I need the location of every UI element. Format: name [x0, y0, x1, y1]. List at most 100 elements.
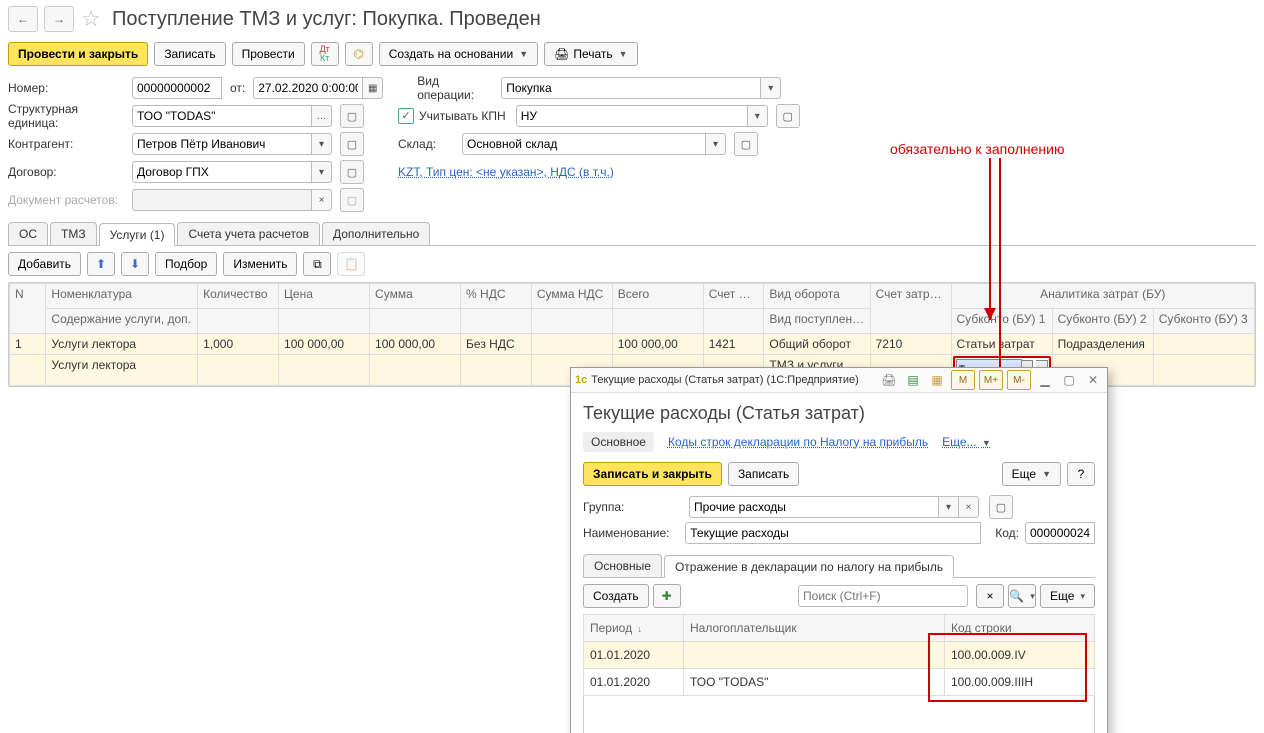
op-type-field[interactable]	[501, 77, 761, 99]
ptab-declaration[interactable]: Отражение в декларации по налогу на приб…	[664, 555, 954, 578]
open-doc-calc-button: ▢	[340, 188, 364, 212]
post-and-close-button[interactable]: Провести и закрыть	[8, 42, 148, 66]
grid-row-1-top[interactable]: 1 Услуги лектора 1,000 100 000,00 100 00…	[10, 334, 1255, 355]
chevron-down-icon[interactable]: ▾	[748, 105, 768, 127]
tab-tmz[interactable]: ТМЗ	[50, 222, 97, 245]
popup-main-pill[interactable]: Основное	[583, 432, 654, 452]
cell-price[interactable]: 100 000,00	[279, 334, 370, 355]
contragent-field[interactable]	[132, 133, 312, 155]
pgrid-copy-button[interactable]: ✚	[653, 584, 681, 608]
cell-sub3-top[interactable]	[1153, 334, 1254, 355]
move-up-button[interactable]: ⬆	[87, 252, 115, 276]
phdr-period[interactable]: Период ↓	[584, 615, 684, 642]
popup-save-close-button[interactable]: Записать и закрыть	[583, 462, 722, 486]
open-org-button[interactable]: ▢	[340, 104, 364, 128]
name-field[interactable]	[685, 522, 981, 544]
sklad-field[interactable]	[462, 133, 706, 155]
nds-link[interactable]: НДС (в т.ч.)	[550, 165, 614, 179]
pgrid-row[interactable]: 01.01.2020 100.00.009.IV	[584, 642, 1095, 669]
pgrid-clear-search-button[interactable]: ×	[976, 584, 1004, 608]
ptab-main[interactable]: Основные	[583, 554, 662, 577]
phdr-payer[interactable]: Налогоплательщик	[684, 615, 945, 642]
tab-os[interactable]: ОС	[8, 222, 48, 245]
contract-field[interactable]	[132, 161, 312, 183]
tab-services[interactable]: Услуги (1)	[99, 223, 176, 246]
copy-button[interactable]: ⧉	[303, 252, 331, 276]
number-field[interactable]	[132, 77, 222, 99]
code-field[interactable]	[1025, 522, 1095, 544]
cell-total[interactable]: 100 000,00	[612, 334, 703, 355]
cell-acct-nds[interactable]: 1421	[703, 334, 764, 355]
pgrid-search-input[interactable]	[798, 585, 968, 607]
cell-sub1-top[interactable]: Статьи затрат	[951, 334, 1052, 355]
op-type-label: Вид операции:	[417, 74, 497, 102]
phdr-code[interactable]: Код строки	[945, 615, 1095, 642]
date-field[interactable]	[253, 77, 363, 99]
cell-oborot[interactable]: Общий оборот	[764, 334, 870, 355]
popup-decl-link[interactable]: Коды строк декларации по Налогу на прибы…	[668, 435, 928, 449]
open-contragent-button[interactable]: ▢	[340, 132, 364, 156]
create-based-on-button[interactable]: Создать на основании ▼	[379, 42, 538, 66]
minimize-icon[interactable]: ▁	[1035, 371, 1055, 389]
tab-additional[interactable]: Дополнительно	[322, 222, 430, 245]
consider-kpn-checkbox[interactable]: ✓	[398, 108, 414, 124]
popup-more-button[interactable]: Еще ▼	[1002, 462, 1061, 486]
close-icon[interactable]: ✕	[1083, 371, 1103, 389]
picker-button[interactable]: Подбор	[155, 252, 217, 276]
popup-more-link[interactable]: Еще... ▼	[942, 435, 991, 449]
cell-sum-nds[interactable]	[531, 334, 612, 355]
group-label: Группа:	[583, 500, 683, 514]
pgrid-row[interactable]: 01.01.2020 ТОО "TODAS" 100.00.009.IIIH	[584, 669, 1095, 696]
chevron-down-icon[interactable]: ▾	[312, 133, 332, 155]
price-type-link[interactable]: KZT, Тип цен: <не указан>,	[398, 165, 550, 179]
nav-back-button[interactable]: ←	[8, 6, 38, 32]
tab-accounts[interactable]: Счета учета расчетов	[177, 222, 319, 245]
favorite-star-icon[interactable]: ☆	[80, 8, 102, 30]
chevron-down-icon[interactable]: ▾	[761, 77, 781, 99]
maximize-icon[interactable]: ▢	[1059, 371, 1079, 389]
cell-qty[interactable]: 1,000	[198, 334, 279, 355]
declaration-grid[interactable]: Период ↓ Налогоплательщик Код строки 01.…	[583, 614, 1095, 696]
structure-button[interactable]: ⌬	[345, 42, 373, 66]
print-button[interactable]: 🖨 Печать ▼	[544, 42, 637, 66]
calendar-icon[interactable]: ▦	[363, 77, 383, 99]
pgrid-more-button[interactable]: Еще ▾	[1040, 584, 1095, 608]
dt-kt-button[interactable]: ДтКт	[311, 42, 339, 66]
ellipsis-icon[interactable]: …	[312, 105, 332, 127]
open-kpn-button[interactable]: ▢	[776, 104, 800, 128]
cell-desc[interactable]: Услуги лектора	[46, 355, 198, 386]
nav-forward-button[interactable]: →	[44, 6, 74, 32]
cell-sub2-top[interactable]: Подразделения	[1052, 334, 1153, 355]
clear-icon[interactable]: ×	[959, 496, 979, 518]
post-button[interactable]: Провести	[232, 42, 305, 66]
mem-mminus-button[interactable]: M-	[1007, 370, 1031, 390]
edit-button[interactable]: Изменить	[223, 252, 297, 276]
mem-m-button[interactable]: M	[951, 370, 975, 390]
group-field[interactable]	[689, 496, 939, 518]
write-button[interactable]: Записать	[154, 42, 225, 66]
pgrid-create-button[interactable]: Создать	[583, 584, 649, 608]
popup-help-button[interactable]: ?	[1067, 462, 1095, 486]
open-contract-button[interactable]: ▢	[340, 160, 364, 184]
org-field[interactable]	[132, 105, 312, 127]
move-down-button[interactable]: ⬇	[121, 252, 149, 276]
cell-acct-cost[interactable]: 7210	[870, 334, 951, 355]
chevron-down-icon[interactable]: ▾	[706, 133, 726, 155]
pgrid-find-button[interactable]: 🔍 ▾	[1008, 584, 1036, 608]
add-row-button[interactable]: Добавить	[8, 252, 81, 276]
calendar-icon[interactable]: ▦	[927, 371, 947, 389]
chevron-down-icon[interactable]: ▾	[939, 496, 959, 518]
cell-sum[interactable]: 100 000,00	[370, 334, 461, 355]
chevron-down-icon[interactable]: ▾	[312, 161, 332, 183]
cell-nomenclature[interactable]: Услуги лектора	[46, 334, 198, 355]
print-icon[interactable]: 🖨	[879, 371, 899, 389]
mem-mplus-button[interactable]: M+	[979, 370, 1003, 390]
tree-icon: ⌬	[353, 47, 363, 61]
kpn-field[interactable]	[516, 105, 748, 127]
popup-write-button[interactable]: Записать	[728, 462, 799, 486]
open-group-button[interactable]: ▢	[989, 495, 1013, 519]
hdr-total: Всего	[612, 284, 703, 309]
cell-pct-nds[interactable]: Без НДС	[461, 334, 532, 355]
calc-icon[interactable]: ▤	[903, 371, 923, 389]
open-sklad-button[interactable]: ▢	[734, 132, 758, 156]
